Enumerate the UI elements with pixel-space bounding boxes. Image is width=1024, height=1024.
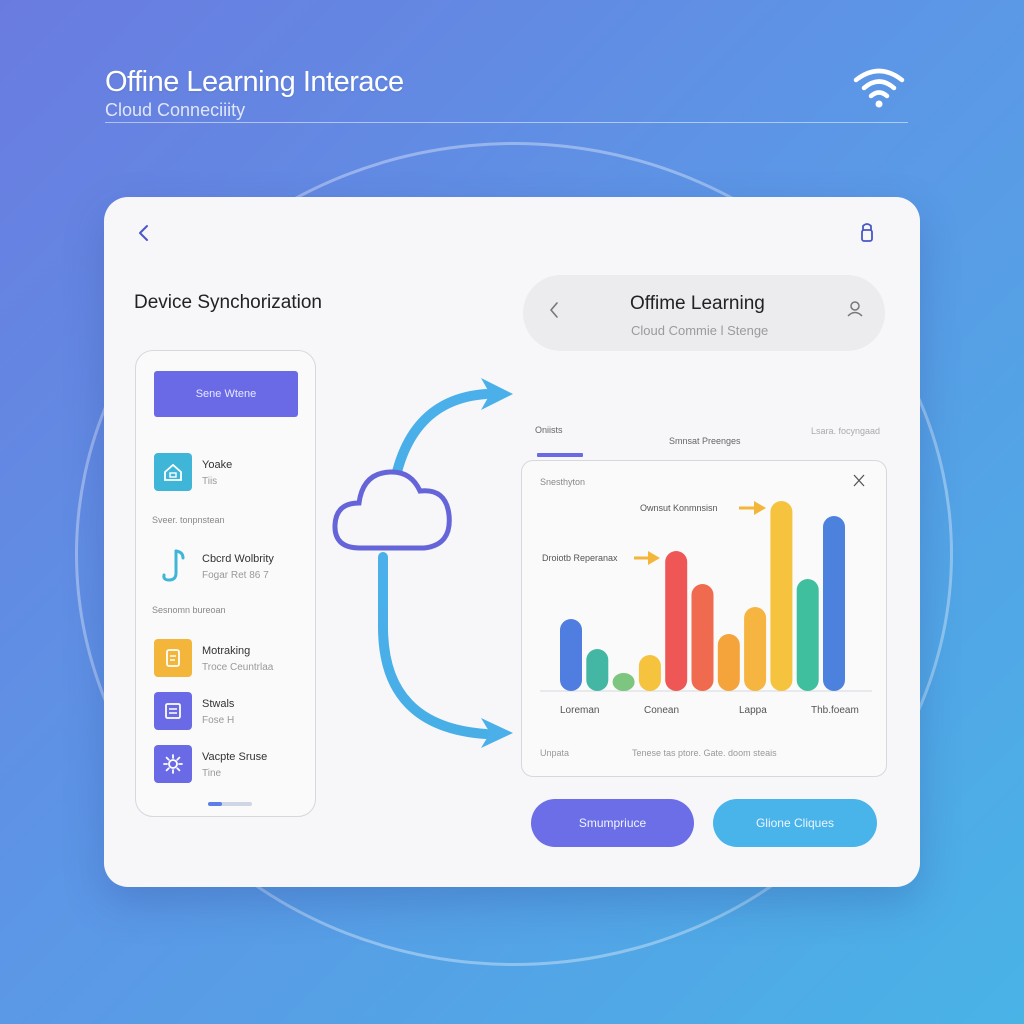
chart-footer-right: Tenese tas ptore. Gate. doom steais	[632, 748, 777, 758]
home-icon	[154, 453, 192, 491]
chart-bar	[586, 649, 609, 691]
panel-title: Offime Learning	[630, 293, 765, 314]
primary-button[interactable]: Smumpriuce	[531, 799, 694, 847]
chart-bar	[638, 655, 661, 691]
arrow-icon	[634, 551, 660, 565]
settings-icon	[154, 745, 192, 783]
document-icon	[154, 639, 192, 677]
music-note-icon	[154, 547, 192, 585]
panel-subtitle: Cloud Commie l Stenge	[631, 323, 769, 338]
list-item[interactable]: Vacpte Sruse Tine	[154, 745, 304, 785]
arrow-icon	[739, 501, 766, 515]
chart-card: Snesthyton Ownsut Konmnsisn Droiotb Repe…	[521, 460, 887, 777]
chart-bar	[796, 579, 819, 691]
header-pill: Offime Learning Cloud Commie l Stenge	[523, 275, 885, 351]
list-item[interactable]: Motraking Troce Ceuntrlaa	[154, 639, 304, 679]
main-card: Device Synchorization Sene Wtene Yoake T…	[104, 197, 920, 887]
list-item-subtitle: Troce Ceuntrlaa	[202, 662, 274, 673]
list-item[interactable]: Stwals Fose H	[154, 692, 304, 732]
annotation-label: Droiotb Reperanax	[542, 553, 618, 563]
chart-bar	[691, 584, 714, 691]
list-item-subtitle: Tine	[202, 768, 222, 779]
list-item-subtitle: Fose H	[202, 715, 235, 726]
list-item-title: Stwals	[202, 698, 235, 710]
list-item[interactable]: Cbcrd Wolbrity Fogar Ret 86 7	[154, 547, 304, 587]
x-label: Conean	[644, 705, 679, 716]
phone-section-label: Sesnomn bureoan	[152, 605, 226, 615]
chart-bar	[665, 551, 688, 691]
tab-center[interactable]: Smnsat Preenges	[669, 436, 741, 446]
secondary-button[interactable]: Glione Cliques	[713, 799, 877, 847]
list-item-subtitle: Fogar Ret 86 7	[202, 570, 269, 581]
chart-bar	[823, 516, 845, 691]
cloud-icon	[332, 469, 452, 551]
list-item[interactable]: Yoake Tiis	[154, 453, 304, 493]
chart-bar	[717, 634, 740, 691]
app-subtitle: Cloud Conneciiity	[105, 100, 246, 120]
list-item-subtitle: Tiis	[202, 476, 218, 487]
chevron-left-icon[interactable]	[134, 221, 154, 245]
x-label: Thb.foeam	[811, 705, 859, 716]
annotation-label: Ownsut Konmnsisn	[640, 503, 718, 513]
bar-chart: Snesthyton Ownsut Konmnsisn Droiotb Repe…	[540, 474, 872, 758]
list-item-title: Yoake	[202, 459, 233, 471]
phone-scrollbar[interactable]	[208, 802, 252, 806]
phone-mockup: Sene Wtene Yoake Tiis Sveer. tonpnstean …	[135, 350, 316, 817]
chart-footer-left: Unpata	[540, 748, 569, 758]
x-label: Lappa	[739, 705, 767, 716]
header-divider	[105, 122, 908, 123]
person-icon[interactable]	[845, 299, 865, 319]
lock-icon[interactable]	[856, 221, 878, 245]
tab-right[interactable]: Lsara. focyngaad	[811, 426, 880, 436]
list-item-title: Cbcrd Wolbrity	[202, 553, 274, 565]
section-title: Device Synchorization	[134, 292, 322, 313]
wifi-icon[interactable]	[853, 66, 905, 110]
phone-section-label: Sveer. tonpnstean	[152, 515, 225, 525]
tab-indicator	[537, 453, 583, 457]
list-item-title: Motraking	[202, 645, 251, 657]
chart-title: Snesthyton	[540, 477, 585, 487]
x-label: Loreman	[560, 705, 599, 716]
list-item-title: Vacpte Sruse	[202, 751, 268, 763]
chart-bar	[612, 673, 635, 691]
chevron-left-icon[interactable]	[547, 300, 561, 320]
list-icon	[154, 692, 192, 730]
chart-bar	[744, 607, 767, 691]
chart-bar	[560, 619, 582, 691]
close-icon[interactable]	[853, 474, 865, 487]
tab-left[interactable]: Oniists	[535, 425, 563, 435]
app-title: Offine Learning Interace	[105, 66, 404, 98]
sync-button[interactable]: Sene Wtene	[154, 371, 298, 417]
chart-bar	[770, 501, 793, 691]
